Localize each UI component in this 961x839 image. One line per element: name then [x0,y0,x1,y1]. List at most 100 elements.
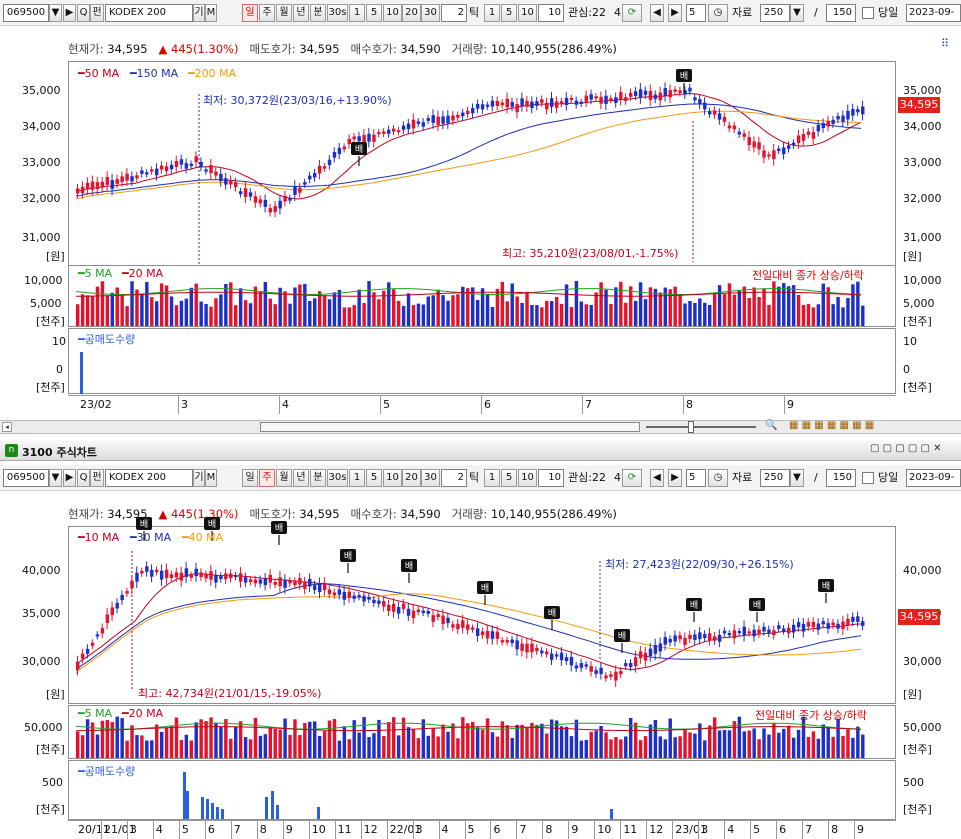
timer-icon[interactable]: ◷ [708,469,728,487]
candle-body [856,109,860,113]
n5-button[interactable]: 5 [366,4,382,22]
x-axis-label: 10 [597,823,612,836]
period-month-tab[interactable]: 월 [276,4,292,22]
count-input[interactable]: 5 [686,4,706,22]
t1-button[interactable]: 1 [484,4,500,22]
n10-button[interactable]: 10 [383,4,402,22]
n10-button[interactable]: 10 [383,469,402,487]
today-checkbox[interactable] [862,472,874,484]
code-dropdown-icon[interactable]: ▼ [49,4,62,22]
t5-button[interactable]: 5 [501,4,517,22]
candle-body [520,98,524,106]
data-count-dropdown-icon[interactable]: ▼ [790,4,804,22]
next-arrow-icon[interactable]: ▶ [668,469,682,487]
data-count-select[interactable]: 250 [760,469,790,487]
date-input[interactable]: 2023-09-1 [906,469,961,487]
search-icon[interactable]: Q [77,469,90,487]
price-unit: [원] [46,688,65,701]
today-checkbox[interactable] [862,7,874,19]
n1-button[interactable]: 1 [349,4,365,22]
tick2-input[interactable]: 10 [538,4,564,22]
candle-body [456,114,460,118]
n30-button[interactable]: 30 [421,469,440,487]
n5-button[interactable]: 5 [366,469,382,487]
ma50-legend: ━50 MA [78,67,120,80]
window-control-icons[interactable]: ▢ ▢ ▢ ▢ ▢ ✕ [870,443,942,454]
period-day-tab[interactable]: 일 [242,4,258,22]
fund-kind-button[interactable]: 펀 [90,469,104,487]
tick-count-input[interactable]: 2 [441,469,467,487]
period-week-tab[interactable]: 주 [259,4,275,22]
window-icon: n [5,444,18,457]
tool-icons[interactable]: ▦ ▦ ▦ ▦ ▦ ▦ ▦ [789,420,874,431]
t10-button[interactable]: 10 [518,469,537,487]
n1-button[interactable]: 1 [349,469,365,487]
prev-arrow-icon[interactable]: ◀ [650,469,664,487]
stock-name-field[interactable]: KODEX 200 [105,4,193,22]
gi-button[interactable]: 기 [193,4,205,22]
timer-icon[interactable]: ◷ [708,4,728,22]
candle-body [120,176,124,182]
refresh-icon[interactable]: ⟳ [622,4,642,22]
scroll-left-icon[interactable]: ◂ [2,422,12,432]
total-input[interactable]: 150 [826,469,856,487]
candle-body [861,621,865,626]
t1-button[interactable]: 1 [484,469,500,487]
p30s-button[interactable]: 30s [327,469,348,487]
p30s-button[interactable]: 30s [327,4,348,22]
next-arrow-icon[interactable]: ▶ [668,4,682,22]
period-week-tab[interactable]: 주 [259,469,275,487]
top-scrollbar[interactable]: ◂ 🔍 ▦ ▦ ▦ ▦ ▦ ▦ ▦ [0,420,961,434]
n20-button[interactable]: 20 [402,469,421,487]
count-input[interactable]: 5 [686,469,706,487]
code-next-icon[interactable]: ▶ [63,4,76,22]
tick2-input[interactable]: 10 [538,469,564,487]
stock-code-input[interactable]: 069500 [3,469,49,487]
t10-button[interactable]: 10 [518,4,537,22]
period-year-tab[interactable]: 년 [293,469,309,487]
zoom-icon[interactable]: 🔍 [765,420,777,431]
total-input[interactable]: 150 [826,4,856,22]
prev-arrow-icon[interactable]: ◀ [650,4,664,22]
n30-button[interactable]: 30 [421,4,440,22]
period-month-tab[interactable]: 월 [276,469,292,487]
vol-tick-right: 50,000 [903,721,942,734]
volume-bar [416,738,421,758]
volume-bar [248,303,253,326]
period-minute-tab[interactable]: 분 [310,469,326,487]
data-count-select[interactable]: 250 [760,4,790,22]
t5-button[interactable]: 5 [501,469,517,487]
zoom-slider-handle[interactable] [688,421,694,433]
m-button[interactable]: M [205,469,217,487]
volume-bar [629,286,633,326]
scroll-thumb[interactable] [260,422,640,432]
fund-kind-button[interactable]: 펀 [90,4,104,22]
date-input[interactable]: 2023-09-1 [906,4,961,22]
refresh-icon[interactable]: ⟳ [622,469,642,487]
m-button[interactable]: M [205,4,217,22]
zoom-slider-track[interactable] [646,426,756,428]
volume-bar [179,300,184,326]
gi-button[interactable]: 기 [193,469,205,487]
volume-bar [347,307,351,326]
period-minute-tab[interactable]: 분 [310,4,326,22]
period-day-tab[interactable]: 일 [242,469,258,487]
volume-bar [609,739,613,758]
search-icon[interactable]: Q [77,4,90,22]
tick-count-input[interactable]: 2 [441,4,467,22]
volume-bar [668,718,672,758]
period-year-tab[interactable]: 년 [293,4,309,22]
code-dropdown-icon[interactable]: ▼ [49,469,62,487]
vol-unit: [천주] [36,315,65,328]
code-next-icon[interactable]: ▶ [63,469,76,487]
n20-button[interactable]: 20 [402,4,421,22]
volume-bar [540,723,544,758]
volume-bar [510,737,514,758]
vol-note: 전일대비 종가 상승/하락 [755,709,867,722]
data-count-dropdown-icon[interactable]: ▼ [790,469,804,487]
volume-bar [189,740,193,758]
stock-name-field[interactable]: KODEX 200 [105,469,193,487]
stock-code-input[interactable]: 069500 [3,4,49,22]
candle-body [772,630,776,636]
volume-bar [125,740,129,758]
